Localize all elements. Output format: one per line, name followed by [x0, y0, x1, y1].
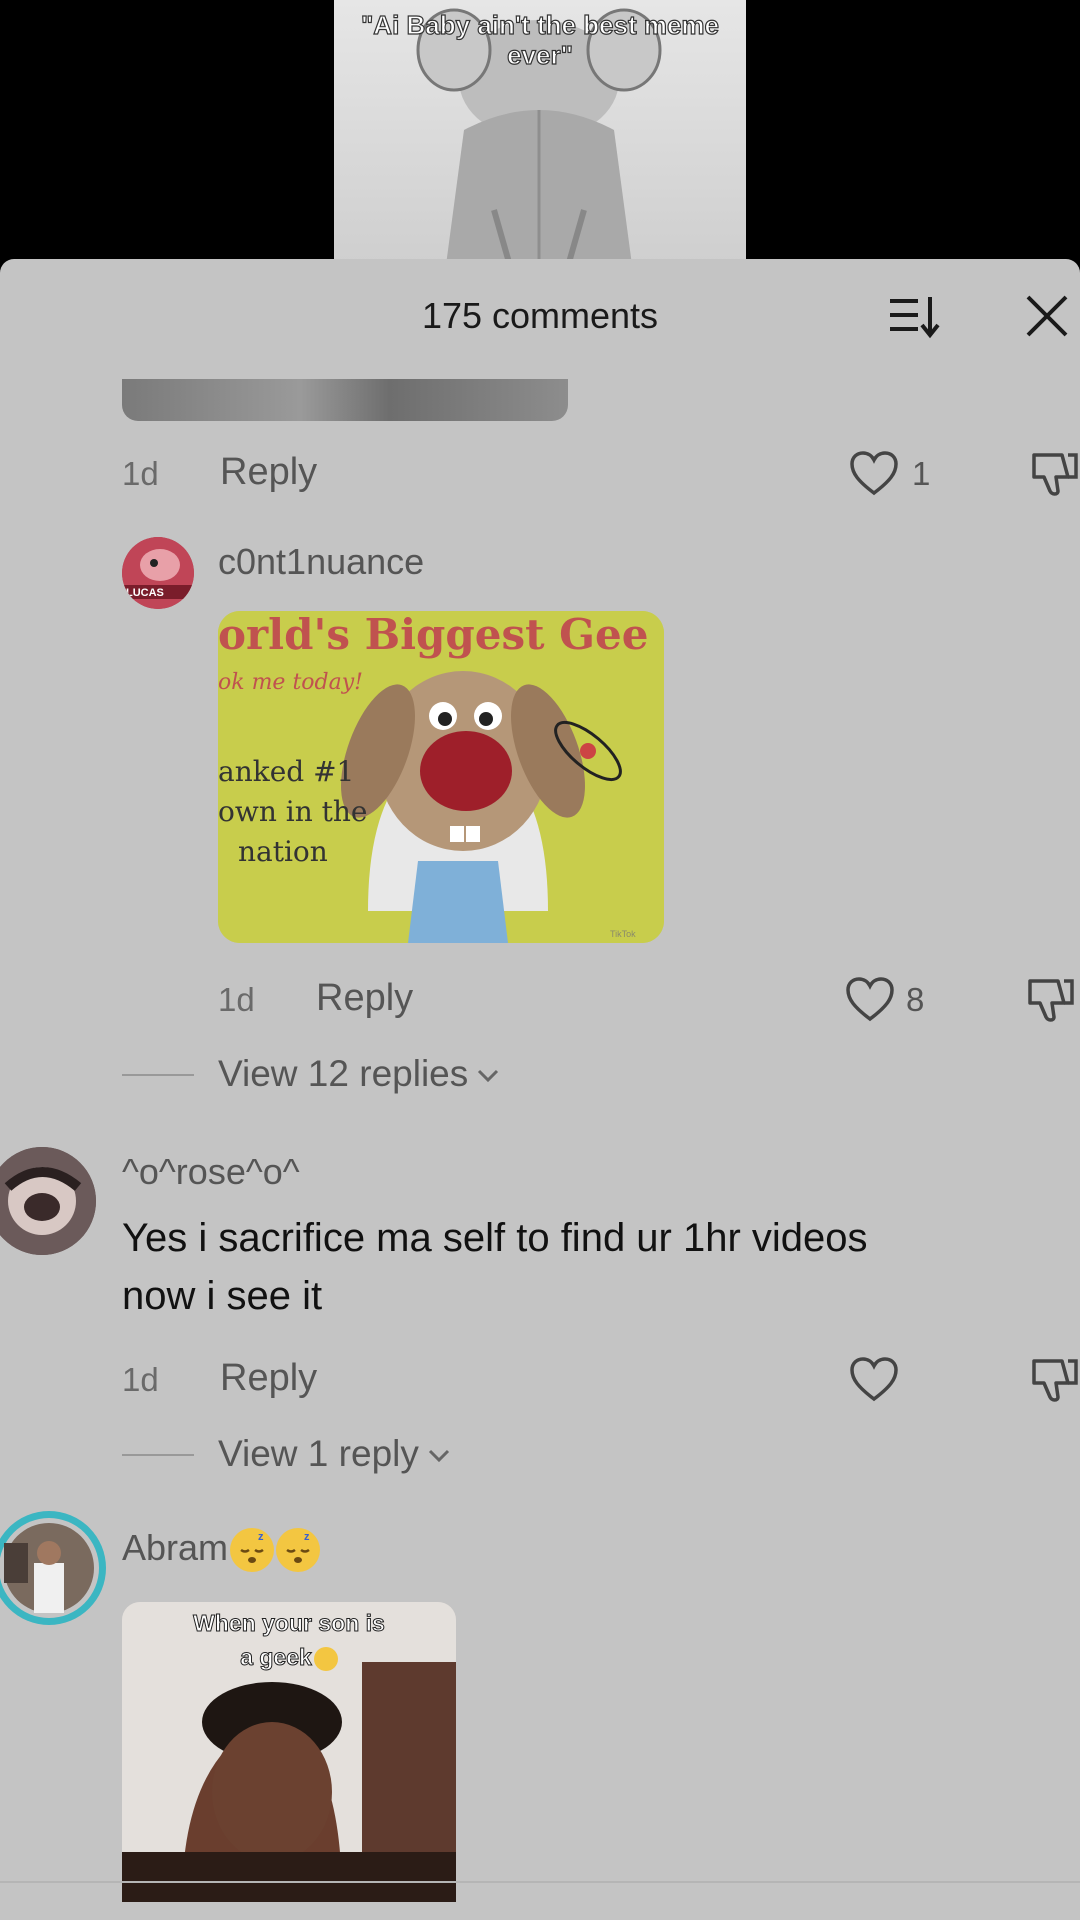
like-count: 8 — [906, 981, 925, 1018]
sticker-text: ok me today! — [218, 670, 363, 695]
comment-username[interactable]: c0nt1nuance — [218, 541, 424, 583]
comment-username-text: Abram — [122, 1527, 229, 1568]
video-player[interactable]: "Ai Baby ain't the best meme ever" — [0, 0, 1080, 262]
sort-button[interactable] — [884, 291, 944, 343]
sticker-caption-line-2: a geek — [122, 1640, 456, 1674]
dislike-icon[interactable] — [1028, 447, 1078, 499]
comment-sticker-partial[interactable] — [122, 379, 568, 421]
video-caption-line: "Ai Baby ain't the best meme — [360, 9, 720, 40]
comment-sticker[interactable]: orld's Biggest Gee ok me today! anked #1… — [218, 611, 664, 943]
view-replies-button[interactable]: View 1 reply — [218, 1433, 451, 1475]
comment-time: 1d — [122, 1361, 159, 1398]
comment-username[interactable]: ^o^rose^o^ — [122, 1151, 300, 1193]
sticker-text: anked #1 — [218, 755, 354, 788]
view-replies-button[interactable]: View 12 replies — [218, 1053, 500, 1095]
input-divider — [0, 1881, 1080, 1883]
sticker-caption-line: When your son is — [193, 1610, 386, 1637]
replies-divider — [122, 1454, 194, 1456]
sticker-text: orld's Biggest Gee — [218, 611, 648, 659]
close-button[interactable] — [1020, 289, 1074, 343]
comment-text-line: Yes i sacrifice ma self to find ur 1hr v… — [122, 1216, 868, 1260]
svg-text:z: z — [304, 1531, 310, 1543]
reply-button[interactable]: Reply — [316, 977, 413, 1020]
sticker-caption: When your son is a geek — [122, 1606, 456, 1674]
avatar-story-ring[interactable] — [0, 1511, 106, 1625]
video-caption: "Ai Baby ain't the best meme ever" — [334, 9, 746, 70]
sticker-text: nation — [238, 835, 328, 868]
reply-button[interactable]: Reply — [220, 1357, 317, 1400]
chevron-down-icon — [478, 1070, 499, 1083]
video-frame: "Ai Baby ain't the best meme ever" — [334, 0, 746, 262]
comment-time: 1d — [122, 455, 159, 492]
heart-icon[interactable] — [848, 449, 900, 497]
close-icon — [1026, 295, 1068, 337]
video-caption-line: ever" — [506, 39, 573, 70]
chevron-down-icon — [428, 1450, 449, 1463]
sticker-text: own in the — [218, 795, 368, 828]
sort-icon — [890, 297, 940, 339]
comment-text: Yes i sacrifice ma self to find ur 1hr v… — [122, 1209, 1022, 1325]
dislike-icon[interactable] — [1024, 973, 1074, 1025]
heart-icon[interactable] — [844, 975, 896, 1023]
geek-dog-sticker-image: orld's Biggest Gee ok me today! anked #1… — [218, 611, 664, 943]
avatar-image — [0, 1147, 96, 1255]
comment-text-line: now i see it — [122, 1274, 323, 1318]
svg-text:z: z — [258, 1531, 264, 1543]
comments-sheet: 175 comments 1d Reply 1 LUCAS c0nt1nuanc… — [0, 259, 1080, 1920]
avatar[interactable]: LUCAS — [122, 537, 194, 609]
comment-time: 1d — [218, 981, 255, 1018]
view-replies-label: View 12 replies — [218, 1053, 469, 1094]
sticker-caption-text: a geek — [240, 1644, 313, 1671]
sleeping-emoji-icon: z — [276, 1528, 321, 1573]
sleeping-emoji-icon: z — [230, 1528, 275, 1573]
replies-divider — [122, 1074, 194, 1076]
view-replies-label: View 1 reply — [218, 1433, 419, 1474]
avatar-badge-text: LUCAS — [126, 587, 164, 599]
comment-username[interactable]: Abram z z — [122, 1527, 321, 1573]
avatar-image: LUCAS — [122, 537, 194, 609]
avatar-image — [4, 1523, 94, 1613]
avatar[interactable] — [0, 1147, 96, 1255]
laughing-emoji-icon — [313, 1646, 338, 1671]
heart-icon[interactable] — [848, 1355, 900, 1403]
like-count: 1 — [912, 455, 931, 492]
sticker-watermark: TikTok — [610, 929, 636, 939]
reply-button[interactable]: Reply — [220, 451, 317, 494]
comment-sticker[interactable]: When your son is a geek — [122, 1602, 456, 1902]
dislike-icon[interactable] — [1028, 1353, 1078, 1405]
